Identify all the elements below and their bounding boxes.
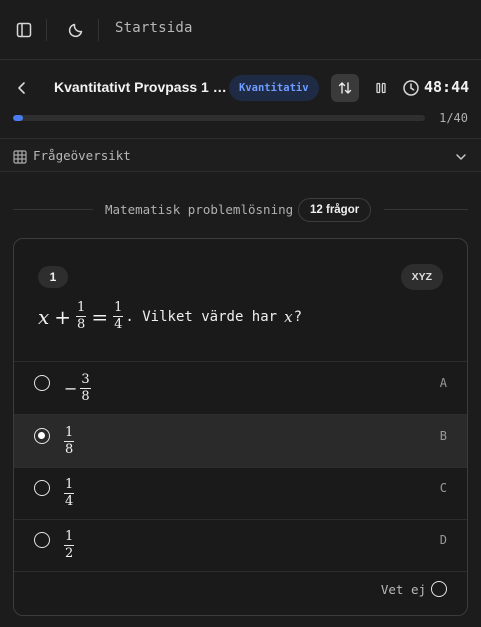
numerator: 1 bbox=[64, 425, 75, 443]
exam-title: Kvantitativt Provpass 1 … bbox=[54, 79, 227, 95]
radio-button[interactable] bbox=[34, 375, 50, 391]
answer-option-a[interactable]: − 3 8 A bbox=[14, 361, 467, 414]
option-letter: D bbox=[439, 533, 447, 547]
fraction: 1 2 bbox=[64, 529, 75, 562]
option-value: 1 4 bbox=[64, 477, 75, 510]
numerator: 3 bbox=[80, 372, 91, 390]
sort-button[interactable] bbox=[331, 74, 359, 102]
pause-icon[interactable] bbox=[372, 79, 390, 97]
moon-icon[interactable] bbox=[66, 20, 86, 40]
answer-option-d[interactable]: 1 2 D bbox=[14, 519, 467, 572]
denominator: 8 bbox=[81, 389, 90, 405]
radio-button-selected[interactable] bbox=[34, 428, 50, 444]
denominator: 4 bbox=[114, 317, 123, 333]
fraction: 1 4 bbox=[64, 477, 75, 510]
option-value: 1 8 bbox=[64, 425, 75, 458]
timer: 48:44 bbox=[424, 78, 470, 96]
question-count-badge: 12 frågor bbox=[298, 198, 372, 222]
question-number: 1 bbox=[38, 266, 68, 288]
numerator: 1 bbox=[64, 529, 75, 547]
question-prompt: . Vilket värde har bbox=[125, 308, 278, 325]
fraction: 1 8 bbox=[64, 425, 75, 458]
divider bbox=[98, 19, 99, 41]
equals-sign: = bbox=[91, 304, 109, 329]
question-mark: ? bbox=[293, 308, 302, 325]
answer-option-b[interactable]: 1 8 B bbox=[14, 414, 467, 467]
chevron-down-icon bbox=[454, 149, 468, 163]
sidebar-toggle-icon[interactable] bbox=[14, 20, 34, 40]
section-divider bbox=[13, 209, 93, 210]
denominator: 8 bbox=[77, 317, 86, 333]
denominator: 8 bbox=[65, 442, 74, 458]
dont-know-radio[interactable] bbox=[431, 581, 447, 597]
option-value: − 3 8 bbox=[64, 372, 91, 405]
math-variable: x bbox=[38, 304, 50, 329]
numerator: 1 bbox=[76, 300, 87, 318]
question-text: x + 1 8 = 1 4 . Vilket värde har x ? bbox=[38, 300, 302, 333]
grid-icon bbox=[13, 149, 27, 164]
back-chevron-icon[interactable] bbox=[13, 79, 31, 97]
plus-sign: + bbox=[54, 304, 72, 329]
radio-button[interactable] bbox=[34, 480, 50, 496]
overview-label: Frågeöversikt bbox=[33, 148, 131, 163]
progress-bar bbox=[13, 115, 425, 121]
section-type-badge: Kvantitativ bbox=[229, 75, 319, 101]
clock-icon bbox=[402, 79, 420, 97]
question-card: 1 XYZ x + 1 8 = 1 4 . Vilket värde har x… bbox=[13, 238, 468, 616]
numerator: 1 bbox=[64, 477, 75, 495]
question-type-tag: XYZ bbox=[400, 264, 443, 290]
section-divider bbox=[384, 209, 468, 210]
divider bbox=[46, 19, 47, 41]
option-value: 1 2 bbox=[64, 529, 75, 562]
denominator: 2 bbox=[65, 546, 74, 562]
progress-fill bbox=[13, 115, 24, 121]
top-bar: Startsida bbox=[0, 0, 481, 60]
answer-option-c[interactable]: 1 4 C bbox=[14, 467, 467, 520]
question-overview-toggle[interactable]: Frågeöversikt bbox=[0, 138, 481, 172]
math-variable: x bbox=[284, 307, 293, 326]
home-link[interactable]: Startsida bbox=[115, 20, 193, 36]
fraction: 1 4 bbox=[113, 300, 124, 333]
swap-arrows-icon bbox=[338, 82, 352, 94]
minus-sign: − bbox=[64, 379, 78, 399]
progress-text: 1/40 bbox=[439, 111, 468, 125]
option-letter: C bbox=[439, 481, 447, 495]
radio-button[interactable] bbox=[34, 532, 50, 548]
option-letter: B bbox=[439, 429, 447, 443]
numerator: 1 bbox=[113, 300, 124, 318]
denominator: 4 bbox=[65, 494, 74, 510]
fraction: 3 8 bbox=[80, 372, 91, 405]
fraction: 1 8 bbox=[76, 300, 87, 333]
exam-header: Kvantitativt Provpass 1 … Kvantitativ 48… bbox=[0, 70, 481, 106]
option-letter: A bbox=[439, 376, 447, 390]
dont-know-label[interactable]: Vet ej bbox=[381, 582, 426, 597]
section-label: Matematisk problemlösning bbox=[105, 202, 294, 217]
